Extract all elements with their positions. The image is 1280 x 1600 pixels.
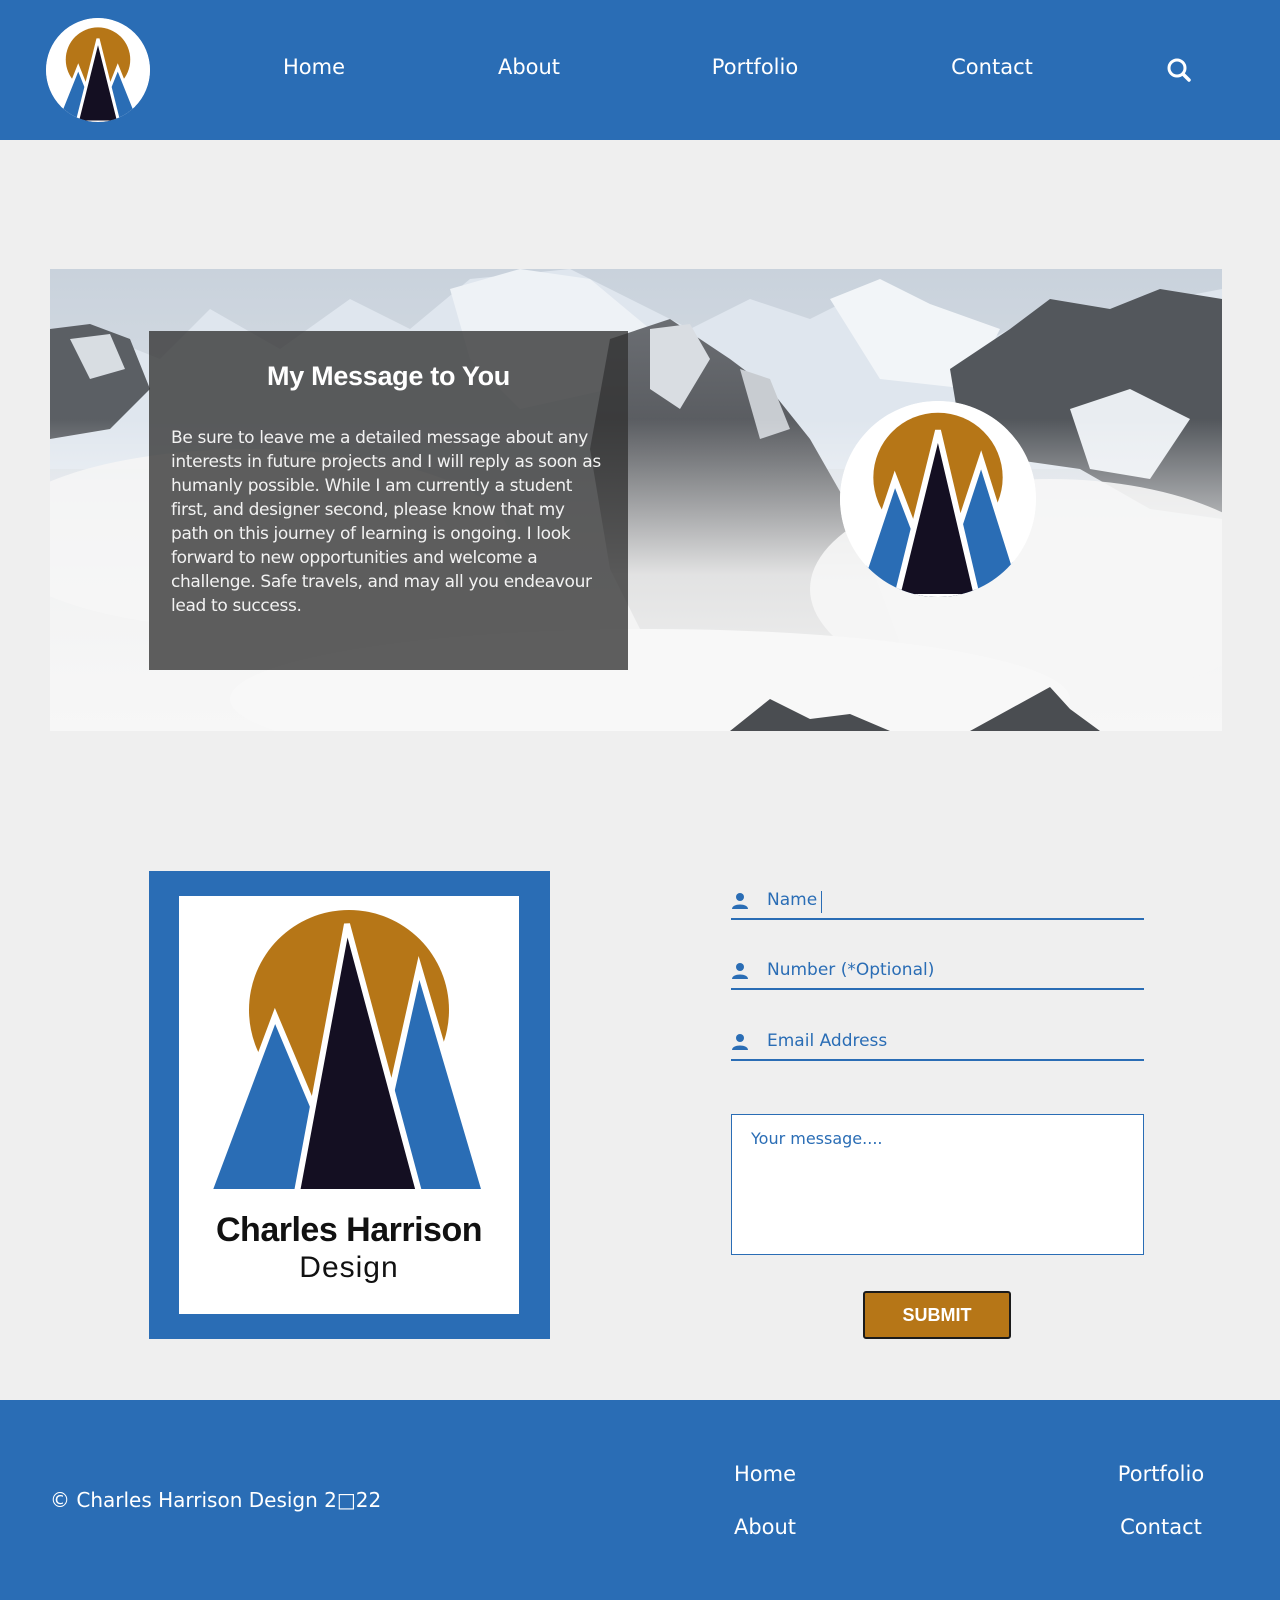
submit-button[interactable]: SUBMIT (863, 1291, 1011, 1339)
message-title: My Message to You (267, 361, 510, 391)
footer-link-portfolio[interactable]: Portfolio (1118, 1462, 1204, 1486)
number-input[interactable] (767, 955, 1137, 985)
nav-contact[interactable]: Contact (951, 55, 1033, 79)
user-icon (732, 1034, 748, 1050)
footer-link-contact[interactable]: Contact (1120, 1515, 1202, 1539)
user-icon (732, 963, 748, 979)
search-icon[interactable] (1166, 57, 1192, 83)
nav-portfolio[interactable]: Portfolio (712, 55, 798, 79)
hero-banner: My Message to You Be sure to leave me a … (50, 269, 1222, 731)
name-field (731, 880, 1144, 920)
text-caret (821, 891, 822, 913)
footer-link-about[interactable]: About (734, 1515, 796, 1539)
brand-name: Charles Harrison (216, 1211, 483, 1249)
nav-home[interactable]: Home (283, 55, 345, 79)
mountain-sun-logo (179, 910, 519, 1196)
email-field (731, 1021, 1144, 1061)
user-icon (732, 893, 748, 909)
site-footer: © Charles Harrison Design 2□22 Home Abou… (0, 1400, 1280, 1600)
hero-logo (840, 401, 1036, 597)
copyright-text: © Charles Harrison Design 2□22 (50, 1488, 382, 1512)
brand-logo-panel: Charles Harrison Design (179, 896, 519, 1314)
message-card: My Message to You Be sure to leave me a … (149, 331, 628, 670)
site-header: Home About Portfolio Contact (0, 0, 1280, 140)
message-textarea[interactable] (731, 1114, 1144, 1255)
name-input[interactable] (767, 885, 1137, 915)
brand-logo-card: Charles Harrison Design (149, 871, 550, 1339)
email-input[interactable] (767, 1026, 1137, 1056)
nav-about[interactable]: About (498, 55, 560, 79)
mountain-sun-logo (46, 18, 150, 122)
footer-link-home[interactable]: Home (734, 1462, 796, 1486)
mountain-sun-logo (840, 401, 1036, 597)
number-field (731, 950, 1144, 990)
logo-icon[interactable] (46, 18, 150, 122)
message-body: Be sure to leave me a detailed message a… (171, 428, 601, 616)
brand-subtitle: Design (299, 1251, 399, 1284)
